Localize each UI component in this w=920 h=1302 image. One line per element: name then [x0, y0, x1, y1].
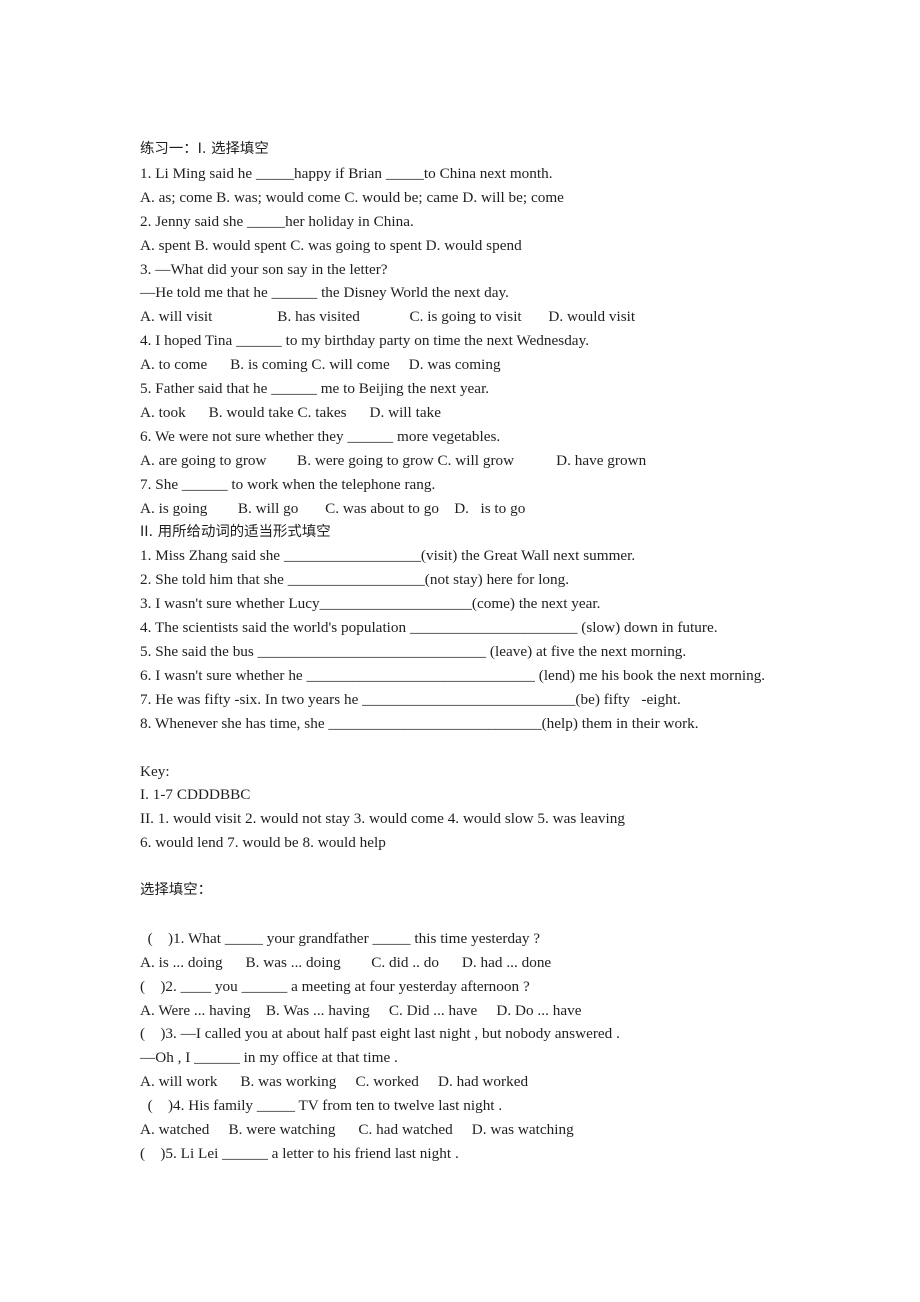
exercise1-part2-line-3: 3. I wasn't sure whether Lucy___________…	[140, 595, 601, 613]
exercise1-part2-line-8: 8. Whenever she has time, she __________…	[140, 714, 699, 732]
key-line-3: 6. would lend 7. would be 8. would help	[140, 834, 386, 852]
key-line-2: II. 1. would visit 2. would not stay 3. …	[140, 810, 626, 828]
exercise1-section2-heading: II. 用所给动词的适当形式填空	[140, 523, 331, 540]
exercise1-part1-line-9: A. to come B. is coming C. will come D. …	[140, 356, 501, 374]
exercise1-part2-line-2: 2. She told him that she _______________…	[140, 571, 570, 589]
exercise1-part1-line-6: —He told me that he ______ the Disney Wo…	[140, 284, 509, 302]
exercise1-part1-line-15: A. is going B. will go C. was about to g…	[140, 499, 526, 517]
exercise2-line-9: A. watched B. were watching C. had watch…	[140, 1121, 574, 1139]
exercise1-part2-line-1: 1. Miss Zhang said she _________________…	[140, 547, 636, 565]
exercise1-part1-line-1: 1. Li Ming said he _____happy if Brian _…	[140, 164, 553, 182]
exercise1-part1-line-10: 5. Father said that he ______ me to Beij…	[140, 380, 490, 398]
spacer-before-exercise2	[140, 855, 880, 879]
spacer-before-key	[140, 736, 880, 760]
document-page: 练习一：I. 选择填空 1. Li Ming said he _____happ…	[0, 0, 920, 1302]
exercise1-part2-line-4: 4. The scientists said the world's popul…	[140, 619, 718, 637]
key-line-1: I. 1-7 CDDDBBC	[140, 786, 251, 804]
exercise1-part1-line-14: 7. She ______ to work when the telephone…	[140, 475, 436, 493]
exercise2-line-5: ( )3. —I called you at about half past e…	[140, 1025, 620, 1043]
exercise1-part1-line-2: A. as; come B. was; would come C. would …	[140, 188, 564, 206]
exercise2-line-4: A. Were ... having B. Was ... having C. …	[140, 1001, 582, 1019]
exercise2-line-6: —Oh , I ______ in my office at that time…	[140, 1049, 398, 1067]
exercise2-line-1: ( )1. What _____ your grandfather _____ …	[140, 929, 541, 947]
exercise2-line-10: ( )5. Li Lei ______ a letter to his frie…	[140, 1145, 459, 1163]
exercise2-line-2: A. is ... doing B. was ... doing C. did …	[140, 953, 552, 971]
exercise2-line-8: ( )4. His family _____ TV from ten to tw…	[140, 1097, 503, 1115]
exercise1-part1-line-3: 2. Jenny said she _____her holiday in Ch…	[140, 212, 414, 230]
exercise1-part1-line-11: A. took B. would take C. takes D. will t…	[140, 403, 441, 421]
exercise2-line-7: A. will work B. was working C. worked D.…	[140, 1073, 529, 1091]
exercise1-part1-line-12: 6. We were not sure whether they ______ …	[140, 427, 501, 445]
exercise1-part2-line-6: 6. I wasn't sure whether he ____________…	[140, 666, 766, 684]
key-label: Key:	[140, 762, 170, 780]
exercise1-part2-line-5: 5. She said the bus ____________________…	[140, 643, 687, 661]
exercise1-part1-line-7: A. will visit B. has visited C. is going…	[140, 308, 636, 326]
exercise1-heading: 练习一：I. 选择填空	[140, 141, 269, 157]
exercise1-part1-line-13: A. are going to grow B. were going to gr…	[140, 451, 647, 469]
exercise1-part1-line-4: A. spent B. would spent C. was going to …	[140, 236, 522, 254]
exercise2-heading: 选择填空：	[140, 882, 213, 899]
exercise1-part1-line-5: 3. —What did your son say in the letter?	[140, 260, 388, 278]
exercise1-part2-line-7: 7. He was fifty -six. In two years he __…	[140, 690, 681, 708]
spacer-after-exercise2-heading	[140, 903, 880, 927]
exercise1-part1-line-8: 4. I hoped Tina ______ to my birthday pa…	[140, 332, 590, 350]
exercise2-line-3: ( )2. ____ you ______ a meeting at four …	[140, 977, 530, 995]
